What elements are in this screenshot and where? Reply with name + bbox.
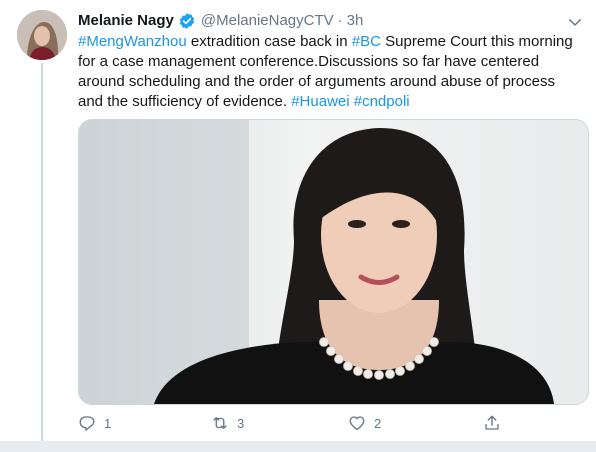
hashtag-link[interactable]: #BC bbox=[352, 33, 381, 50]
tweet-photo[interactable] bbox=[78, 119, 589, 405]
display-name[interactable]: Melanie Nagy bbox=[78, 11, 174, 31]
reply-count: 1 bbox=[104, 415, 112, 431]
like-icon bbox=[349, 416, 365, 431]
user-handle[interactable]: @MelanieNagyCTV bbox=[201, 11, 334, 31]
reply-icon bbox=[79, 416, 95, 431]
retweet-icon bbox=[213, 417, 227, 429]
timeline-divider bbox=[0, 441, 596, 452]
retweet-count: 3 bbox=[237, 415, 245, 431]
tweet-text: #MengWanzhou extradition case back in #B… bbox=[78, 32, 578, 112]
tweet-text-segment: extradition case back in bbox=[186, 33, 352, 50]
caret-down-icon[interactable] bbox=[566, 13, 584, 31]
separator-dot: · bbox=[337, 12, 343, 29]
share-icon bbox=[485, 415, 499, 430]
like-button[interactable]: 2 bbox=[348, 413, 381, 433]
verified-badge-icon bbox=[178, 12, 196, 30]
like-count: 2 bbox=[374, 415, 382, 431]
avatar[interactable] bbox=[17, 10, 67, 60]
reply-button[interactable]: 1 bbox=[78, 413, 111, 433]
timestamp[interactable]: 3h bbox=[347, 11, 364, 31]
hashtag-link[interactable]: #MengWanzhou bbox=[78, 33, 187, 50]
tweet-actions: 1 3 2 bbox=[78, 413, 508, 433]
share-button[interactable] bbox=[483, 413, 509, 433]
thread-line bbox=[41, 63, 43, 441]
hashtag-link[interactable]: #cndpoli bbox=[354, 93, 410, 110]
tweet-header: Melanie Nagy @MelanieNagyCTV · 3h bbox=[78, 11, 584, 31]
hashtag-link[interactable]: #Huawei bbox=[291, 93, 349, 110]
retweet-button[interactable]: 3 bbox=[211, 413, 244, 433]
